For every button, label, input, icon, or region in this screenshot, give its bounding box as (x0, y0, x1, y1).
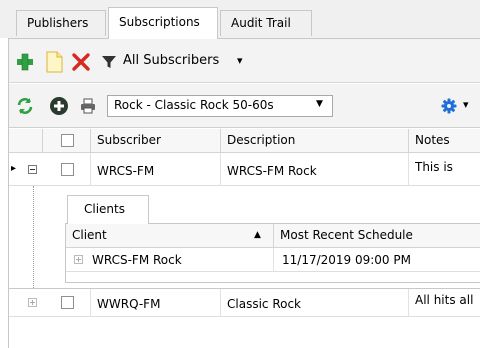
filter-label: All Subscribers (123, 53, 220, 68)
print-button[interactable] (79, 97, 97, 115)
header-indicator-cell (9, 129, 43, 153)
toolbar-primary: All Subscribers ▾ (9, 39, 480, 83)
column-header-most-recent-schedule[interactable]: Most Recent Schedule (274, 224, 480, 248)
printer-icon (81, 98, 95, 114)
grid-divider (273, 248, 274, 272)
tab-subscriptions[interactable]: Subscriptions (108, 7, 218, 39)
table-row[interactable]: WWRQ-FM Classic Rock All hits all (9, 289, 480, 317)
column-header-description[interactable]: Description (221, 129, 409, 153)
clients-grid: Client ▲ Most Recent Schedule WRCS-FM Ro… (65, 223, 480, 283)
expand-row-icon[interactable] (28, 298, 37, 307)
description-cell: WRCS-FM Rock (227, 164, 317, 178)
column-header-subscriber[interactable]: Subscriber (91, 129, 221, 153)
tab-subscriptions-label: Subscriptions (119, 15, 200, 29)
grid-divider (90, 153, 91, 186)
tab-clients-label: Clients (84, 202, 125, 216)
grid-divider (408, 289, 409, 317)
select-all-checkbox[interactable] (61, 134, 74, 147)
red-x-icon (72, 53, 90, 71)
most-recent-schedule-cell: 11/17/2019 09:00 PM (282, 253, 411, 267)
tab-publishers[interactable]: Publishers (16, 10, 106, 36)
new-button[interactable] (45, 51, 63, 73)
schedule-select[interactable]: Rock - Classic Rock 50-60s ▼ (107, 95, 333, 117)
subscriber-filter-dropdown[interactable]: All Subscribers ▾ (101, 49, 281, 75)
tab-strip: Publishers Subscriptions Audit Trail (0, 0, 480, 39)
green-plus-icon (17, 53, 33, 71)
toolbar-secondary: Rock - Classic Rock 50-60s ▼ ▾ (9, 84, 480, 128)
detail-tab-strip: Clients (67, 195, 480, 224)
grid-divider (220, 153, 221, 186)
header-select-cell[interactable] (43, 129, 91, 153)
tab-audit-trail-label: Audit Trail (231, 16, 291, 30)
client-header-label: Client (72, 228, 107, 242)
refresh-button[interactable] (15, 96, 35, 116)
chevron-down-icon: ▾ (463, 98, 469, 111)
tab-clients[interactable]: Clients (67, 195, 149, 224)
chevron-down-icon: ▾ (237, 54, 243, 67)
add-schedule-button[interactable] (49, 96, 69, 116)
column-header-client[interactable]: Client ▲ (66, 224, 274, 248)
description-cell: Classic Rock (227, 297, 302, 311)
schedule-select-value: Rock - Classic Rock 50-60s (114, 98, 274, 112)
subscriber-cell: WRCS-FM (97, 164, 155, 178)
gear-icon (441, 98, 457, 114)
subscriber-cell: WWRQ-FM (97, 297, 161, 311)
column-header-notes[interactable]: Notes (409, 129, 480, 153)
chevron-down-icon: ▼ (316, 99, 323, 109)
sort-ascending-icon: ▲ (254, 230, 261, 240)
tab-publishers-label: Publishers (27, 16, 89, 30)
subscriptions-grid: Subscriber Description Notes ▸ WRCS-FM W… (9, 129, 480, 348)
grid-divider (220, 289, 221, 317)
notes-cell: This is (415, 160, 453, 174)
new-document-icon (46, 51, 63, 73)
row-checkbox[interactable] (61, 163, 74, 176)
settings-button[interactable]: ▾ (441, 96, 479, 116)
funnel-filter-icon (102, 56, 116, 68)
grid-divider (90, 289, 91, 317)
expand-row-icon[interactable] (74, 255, 83, 264)
grid-divider (408, 153, 409, 186)
add-subscriber-button[interactable] (15, 52, 35, 72)
table-row[interactable]: ▸ WRCS-FM WRCS-FM Rock This is (9, 153, 480, 186)
row-checkbox[interactable] (61, 296, 74, 309)
circle-plus-icon (50, 97, 68, 115)
green-refresh-icon (17, 98, 33, 114)
collapse-row-icon[interactable] (28, 165, 37, 174)
delete-button[interactable] (71, 52, 91, 72)
client-cell: WRCS-FM Rock (92, 253, 182, 267)
notes-cell: All hits all (415, 293, 474, 307)
table-row[interactable]: WRCS-FM Rock 11/17/2019 09:00 PM (66, 248, 480, 272)
tab-audit-trail[interactable]: Audit Trail (220, 10, 312, 36)
current-row-indicator-icon: ▸ (11, 163, 17, 174)
